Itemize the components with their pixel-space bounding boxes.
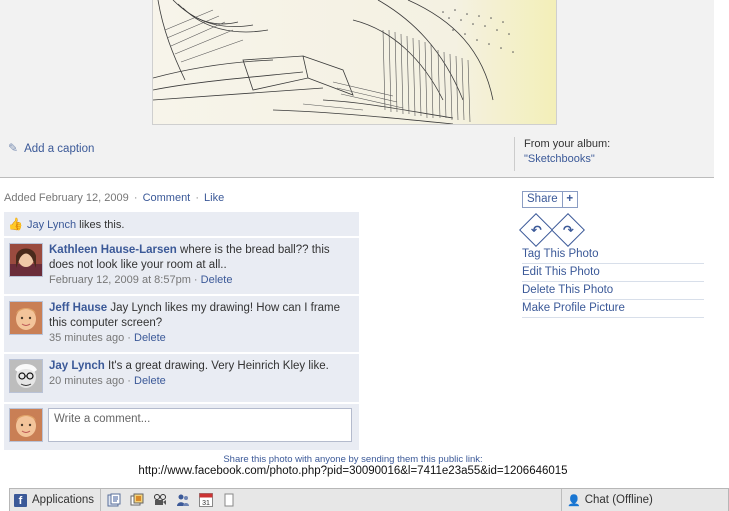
avatar[interactable] [9,243,43,277]
delete-comment-link[interactable]: Delete [201,274,233,286]
avatar [9,408,43,442]
comment-text: It's a great drawing. Very Heinrich Kley… [108,360,329,372]
comment-time: 35 minutes ago [49,332,125,344]
comment-author[interactable]: Jeff Hause [49,302,107,314]
feedback-box: 👍 Jay Lynch likes this. Kathleen Hause-La… [4,212,359,450]
comment-item: Jay Lynch It's a great drawing. Very Hei… [4,354,359,402]
applications-label[interactable]: Applications [32,494,94,506]
tag-photo-link[interactable]: Tag This Photo [522,246,704,264]
added-date: Added February 12, 2009 [4,192,129,204]
album-link[interactable]: "Sketchbooks" [524,152,610,167]
calendar-icon[interactable]: 31 [199,493,214,507]
delete-comment-link[interactable]: Delete [134,375,166,387]
photo-meta: Added February 12, 2009 · Comment · Like [4,192,225,204]
share-label[interactable]: Share [523,192,563,207]
calendar-day: 31 [202,500,210,507]
add-caption-link[interactable]: ✎ Add a caption [8,141,94,155]
comment-item: Jeff Hause Jay Lynch likes my drawing! H… [4,296,359,352]
likes-row: 👍 Jay Lynch likes this. [4,212,359,236]
rotate-right-icon[interactable]: ↷ [551,213,585,247]
comment-time: 20 minutes ago [49,375,125,387]
chat-person-icon: 👤 [567,494,581,507]
bottom-bar: f Applications 31 👤 Chat (Offline) [9,488,729,511]
rotate-left-icon[interactable]: ↶ [519,213,553,247]
app-shortcuts: 31 [101,493,236,507]
compose-row: Write a comment... [4,404,359,450]
public-link-url[interactable]: http://www.facebook.com/photo.php?pid=30… [0,465,706,477]
comment-author[interactable]: Kathleen Hause-Larsen [49,244,177,256]
chat-label[interactable]: Chat (Offline) [585,494,653,506]
album-info: From your album: "Sketchbooks" [514,137,610,171]
plus-icon[interactable]: + [563,192,577,207]
comment-time: February 12, 2009 at 8:57pm [49,274,191,286]
public-link-note: Share this photo with anyone by sending … [223,454,483,465]
friends-icon[interactable] [176,493,190,507]
facebook-logo-icon: f [14,493,27,507]
photo-area: ✎ Add a caption From your album: "Sketchb… [0,0,714,178]
comment-item: Kathleen Hause-Larsen where is the bread… [4,238,359,294]
share-button[interactable]: Share + [522,191,578,208]
edit-photo-link[interactable]: Edit This Photo [522,264,704,282]
make-profile-picture-link[interactable]: Make Profile Picture [522,300,704,318]
photo-actions: Tag This Photo Edit This Photo Delete Th… [522,246,704,318]
liker-name[interactable]: Jay Lynch [27,219,76,231]
pencil-icon: ✎ [8,141,19,155]
delete-photo-link[interactable]: Delete This Photo [522,282,704,300]
comment-author[interactable]: Jay Lynch [49,360,105,372]
like-link[interactable]: Like [204,192,224,204]
thumbs-up-icon: 👍 [8,217,23,231]
album-label: From your album: [524,138,611,150]
avatar[interactable] [9,301,43,335]
comment-link[interactable]: Comment [143,192,191,204]
notes-icon[interactable] [107,493,121,507]
delete-comment-link[interactable]: Delete [134,332,166,344]
blank-page-icon[interactable] [222,493,236,507]
avatar[interactable] [9,359,43,393]
likes-suffix: likes this. [79,219,125,231]
add-caption-label[interactable]: Add a caption [24,143,94,155]
photo-sketch[interactable] [152,0,557,125]
comment-input[interactable]: Write a comment... [48,408,352,442]
photos-icon[interactable] [130,493,144,507]
video-icon[interactable] [153,493,167,507]
chat-button[interactable]: 👤 Chat (Offline) [561,489,728,511]
rotate-controls: ↶ ↷ [519,213,585,247]
applications-button[interactable]: f Applications [10,489,102,511]
